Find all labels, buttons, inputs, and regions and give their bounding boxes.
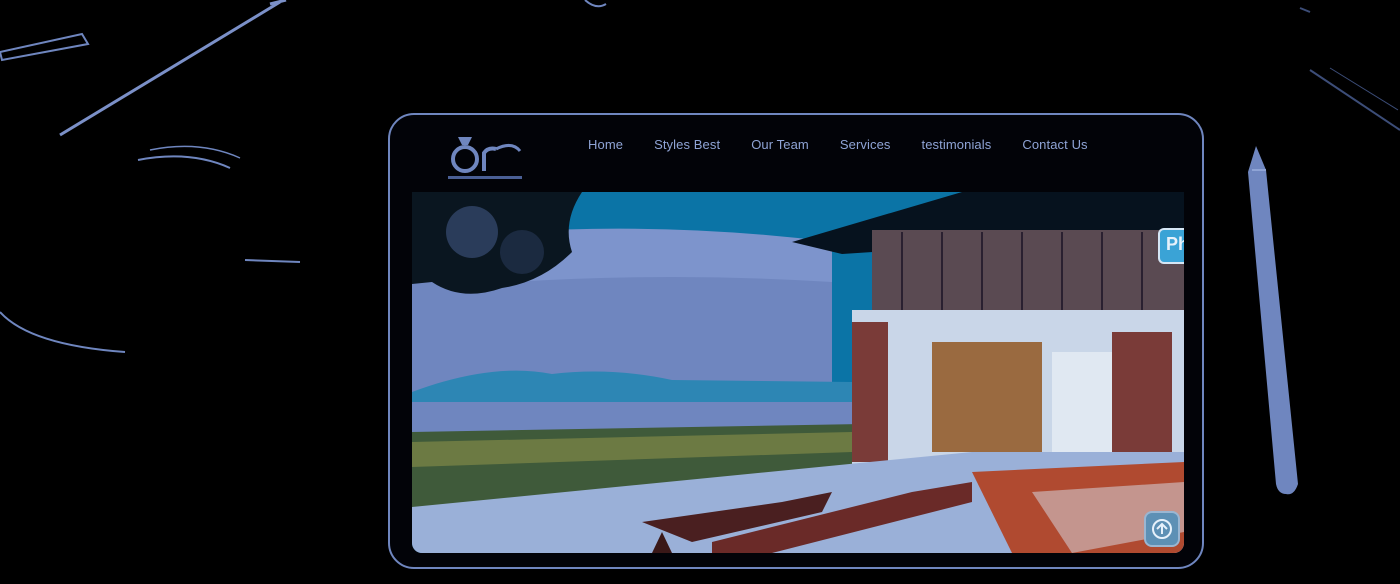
tablet-frame: Home Styles Best Our Team Services testi… [388, 113, 1204, 569]
site-header: Home Styles Best Our Team Services testi… [390, 115, 1202, 191]
nav-testimonials[interactable]: testimonials [922, 137, 992, 153]
hero-image: Ph [412, 192, 1184, 553]
nav-contact-us[interactable]: Contact Us [1022, 137, 1087, 153]
nav-services[interactable]: Services [840, 137, 891, 153]
ph-badge[interactable]: Ph [1158, 228, 1184, 264]
nav-our-team[interactable]: Our Team [751, 137, 809, 153]
brand-logo[interactable] [446, 135, 526, 183]
nav-home[interactable]: Home [588, 137, 623, 153]
scroll-to-top-button[interactable] [1144, 511, 1180, 547]
nav-styles-best[interactable]: Styles Best [654, 137, 720, 153]
pencil [1248, 146, 1298, 495]
arrow-up-icon [1152, 519, 1172, 539]
main-nav: Home Styles Best Our Team Services testi… [588, 137, 1119, 153]
